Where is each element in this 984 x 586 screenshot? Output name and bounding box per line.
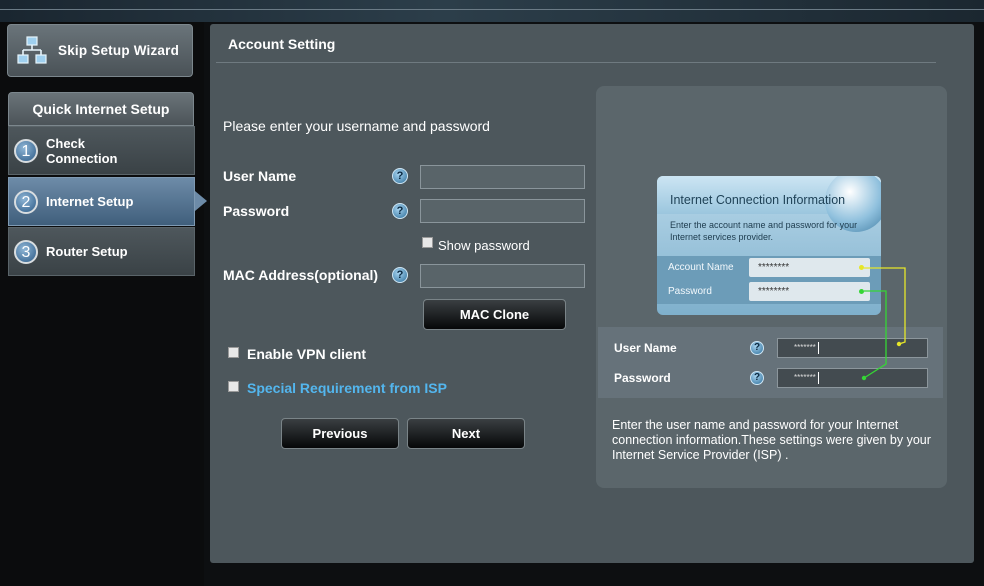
instruction-text: Please enter your username and password [223, 118, 490, 134]
top-banner [0, 0, 984, 22]
account-setting-panel: Account Setting Please enter your userna… [210, 24, 974, 563]
skip-setup-wizard-label: Skip Setup Wizard [58, 43, 180, 58]
mac-address-label: MAC Address(optional) [223, 267, 379, 283]
step-check-connection[interactable]: 1 Check Connection [8, 126, 195, 175]
enable-vpn-label: Enable VPN client [247, 346, 367, 362]
skip-setup-wizard-button[interactable]: Skip Setup Wizard [7, 24, 193, 77]
page-title: Account Setting [228, 36, 336, 52]
quick-setup-header: Quick Internet Setup [8, 92, 194, 126]
info-description: Enter the user name and password for you… [612, 418, 931, 462]
title-divider [216, 62, 936, 63]
help-info-panel: Internet Connection Information Enter th… [596, 86, 947, 488]
network-icon [17, 35, 47, 64]
username-input[interactable] [420, 165, 585, 189]
step-number-icon: 2 [14, 189, 38, 214]
mac-address-help-icon[interactable]: ? [392, 267, 408, 283]
active-step-arrow-icon [195, 191, 207, 211]
mac-address-input[interactable] [420, 264, 585, 288]
step-label: Internet Setup [46, 194, 134, 209]
password-input[interactable] [420, 199, 585, 223]
step-number-icon: 1 [14, 138, 38, 163]
username-label: User Name [223, 168, 297, 184]
step-internet-setup[interactable]: 2 Internet Setup [8, 177, 195, 226]
previous-button[interactable]: Previous [281, 418, 399, 449]
password-label: Password [223, 203, 290, 219]
step-router-setup[interactable]: 3 Router Setup [8, 227, 195, 276]
enable-vpn-checkbox[interactable] [228, 347, 239, 358]
password-help-icon[interactable]: ? [392, 203, 408, 219]
step-label: Router Setup [46, 244, 128, 259]
next-button[interactable]: Next [407, 418, 525, 449]
step-label: Check Connection [46, 135, 118, 166]
show-password-checkbox[interactable] [422, 237, 433, 248]
special-isp-checkbox[interactable] [228, 381, 239, 392]
step-number-icon: 3 [14, 239, 38, 264]
mac-clone-button[interactable]: MAC Clone [423, 299, 566, 330]
special-isp-link[interactable]: Special Requirement from ISP [247, 380, 447, 396]
username-help-icon[interactable]: ? [392, 168, 408, 184]
show-password-label: Show password [438, 238, 530, 253]
